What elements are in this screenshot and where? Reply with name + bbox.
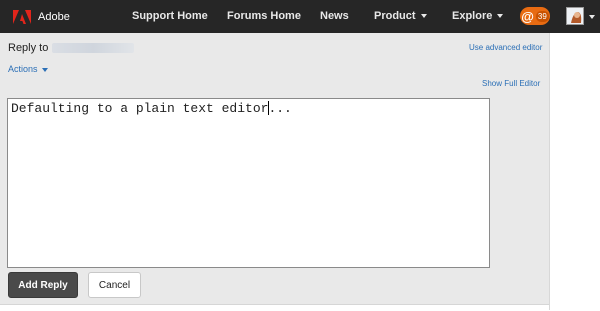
nav-product[interactable]: Product — [374, 10, 427, 22]
text-cursor — [268, 101, 269, 115]
nav-support-home[interactable]: Support Home — [132, 10, 208, 22]
add-reply-button[interactable]: Add Reply — [8, 272, 78, 298]
chevron-down-icon — [420, 14, 427, 19]
chevron-down-icon — [497, 14, 504, 19]
avatar-chevron-down-icon[interactable] — [589, 15, 595, 19]
nav-explore-label: Explore — [452, 10, 493, 22]
nav-news[interactable]: News — [320, 10, 349, 22]
actions-label: Actions — [8, 64, 38, 74]
reply-text-editor[interactable]: Defaulting to a plain text editor... — [7, 98, 490, 268]
nav-explore[interactable]: Explore — [452, 10, 504, 22]
mentions-count: 39 — [535, 10, 549, 22]
redacted-username — [52, 43, 135, 54]
avatar-image-icon — [567, 8, 583, 24]
user-avatar[interactable] — [566, 7, 584, 25]
brand-name: Adobe — [38, 11, 70, 23]
cancel-button[interactable]: Cancel — [88, 272, 141, 298]
use-advanced-editor-link[interactable]: Use advanced editor — [469, 43, 542, 52]
nav-product-label: Product — [374, 10, 416, 22]
reply-to-label: Reply to — [8, 42, 49, 54]
show-full-editor-link[interactable]: Show Full Editor — [482, 79, 540, 88]
divider — [549, 33, 550, 310]
mentions-badge-button[interactable]: @ 39 — [520, 7, 550, 25]
adobe-logo[interactable]: Adobe — [13, 8, 70, 26]
top-navigation-bar: Adobe Support Home Forums Home News Prod… — [0, 0, 600, 33]
reply-heading: Reply to — [8, 42, 135, 54]
at-sign-icon: @ — [521, 8, 534, 24]
nav-forums-home[interactable]: Forums Home — [227, 10, 301, 22]
chevron-down-icon — [41, 67, 48, 72]
adobe-logo-icon — [13, 10, 31, 24]
actions-dropdown[interactable]: Actions — [8, 64, 48, 74]
